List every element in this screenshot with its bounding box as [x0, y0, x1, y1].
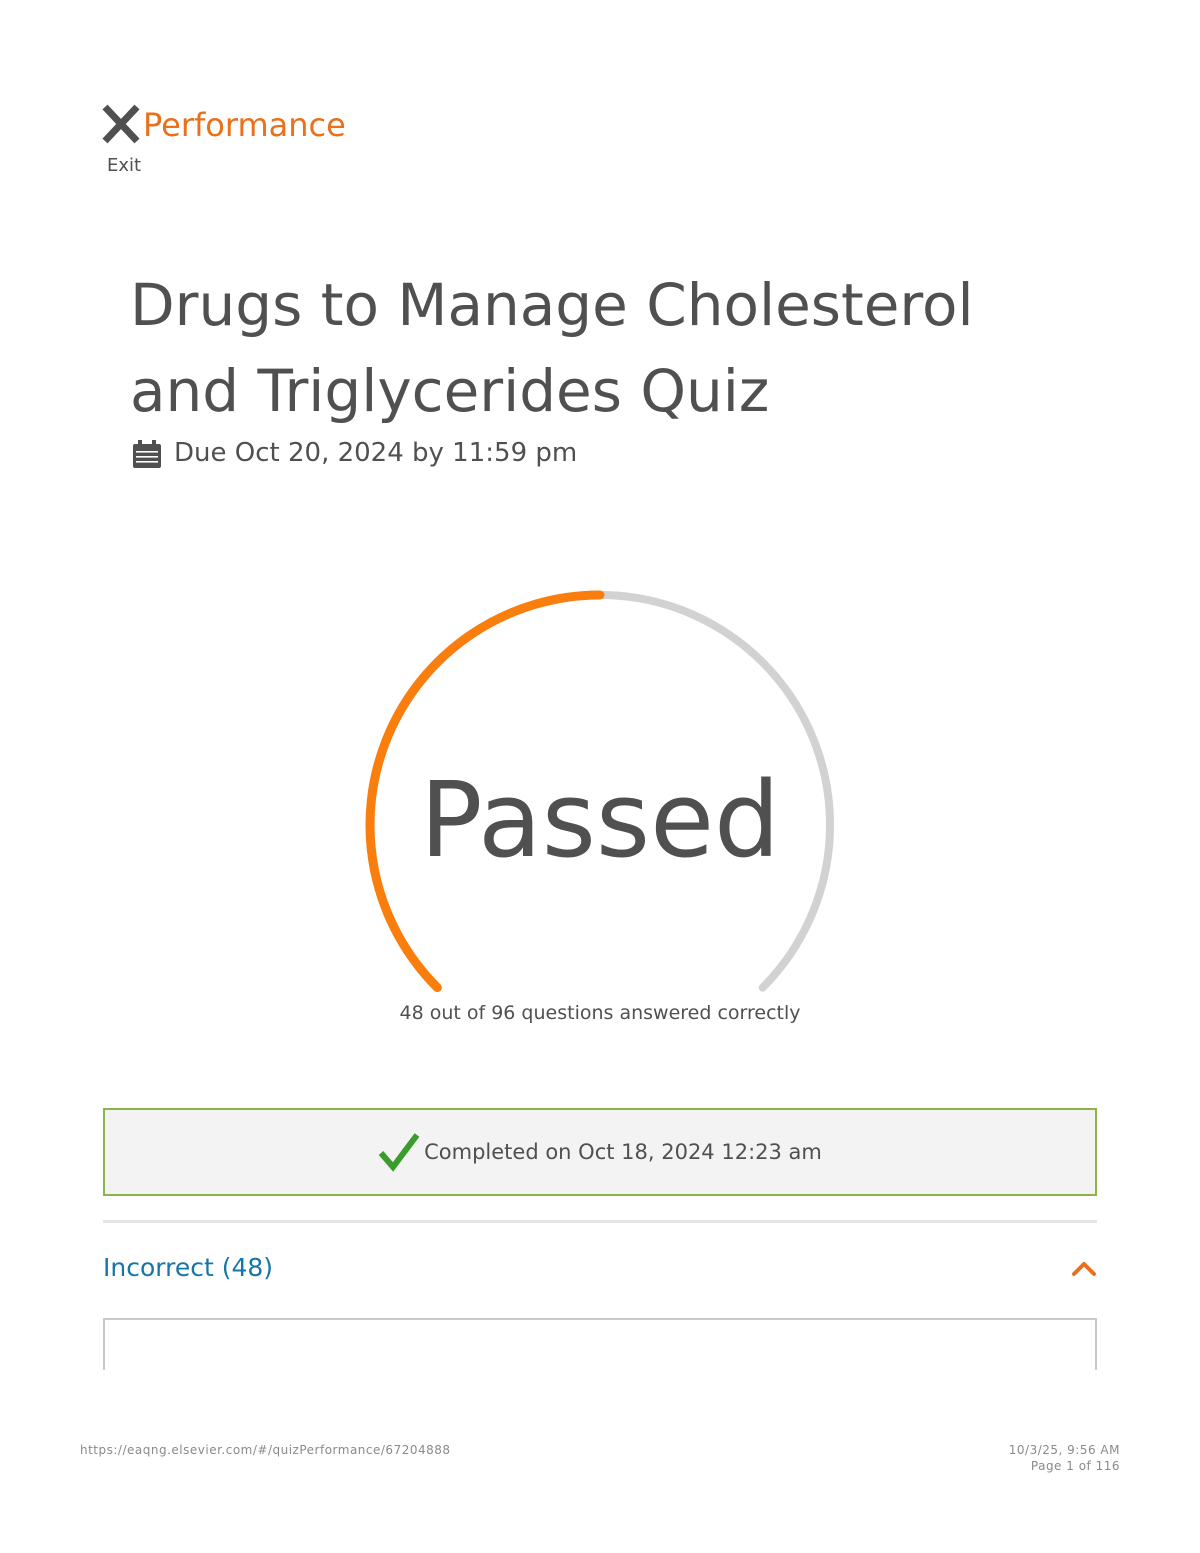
footer-url: https://eaqng.elsevier.com/#/quizPerform…: [80, 1443, 451, 1457]
footer-meta: 10/3/25, 9:56 AM Page 1 of 116: [1009, 1442, 1120, 1474]
completed-text: Completed on Oct 18, 2024 12:23 am: [424, 1140, 822, 1164]
exit-link[interactable]: Exit: [107, 154, 141, 178]
calendar-icon: [133, 440, 161, 468]
check-icon: [378, 1133, 420, 1172]
page-title: Drugs to Manage Cholesterol and Triglyce…: [130, 271, 974, 425]
due-date: Due Oct 20, 2024 by 11:59 pm: [174, 438, 578, 468]
question-card: [103, 1318, 1097, 1370]
incorrect-section-title[interactable]: Incorrect (48): [103, 1248, 273, 1288]
result-status: Passed: [419, 759, 781, 881]
footer-page-number: Page 1 of 116: [1030, 1459, 1120, 1473]
section-divider: [103, 1220, 1097, 1223]
app-title: Performance: [143, 106, 346, 144]
incorrect-section-toggle[interactable]: Incorrect (48): [103, 1248, 1097, 1292]
completed-banner: Completed on Oct 18, 2024 12:23 am: [103, 1108, 1097, 1196]
footer-timestamp: 10/3/25, 9:56 AM: [1008, 1443, 1120, 1457]
chevron-up-icon[interactable]: [1071, 1258, 1097, 1278]
score-caption: 48 out of 96 questions answered correctl…: [399, 1002, 801, 1024]
close-icon[interactable]: [100, 104, 142, 144]
